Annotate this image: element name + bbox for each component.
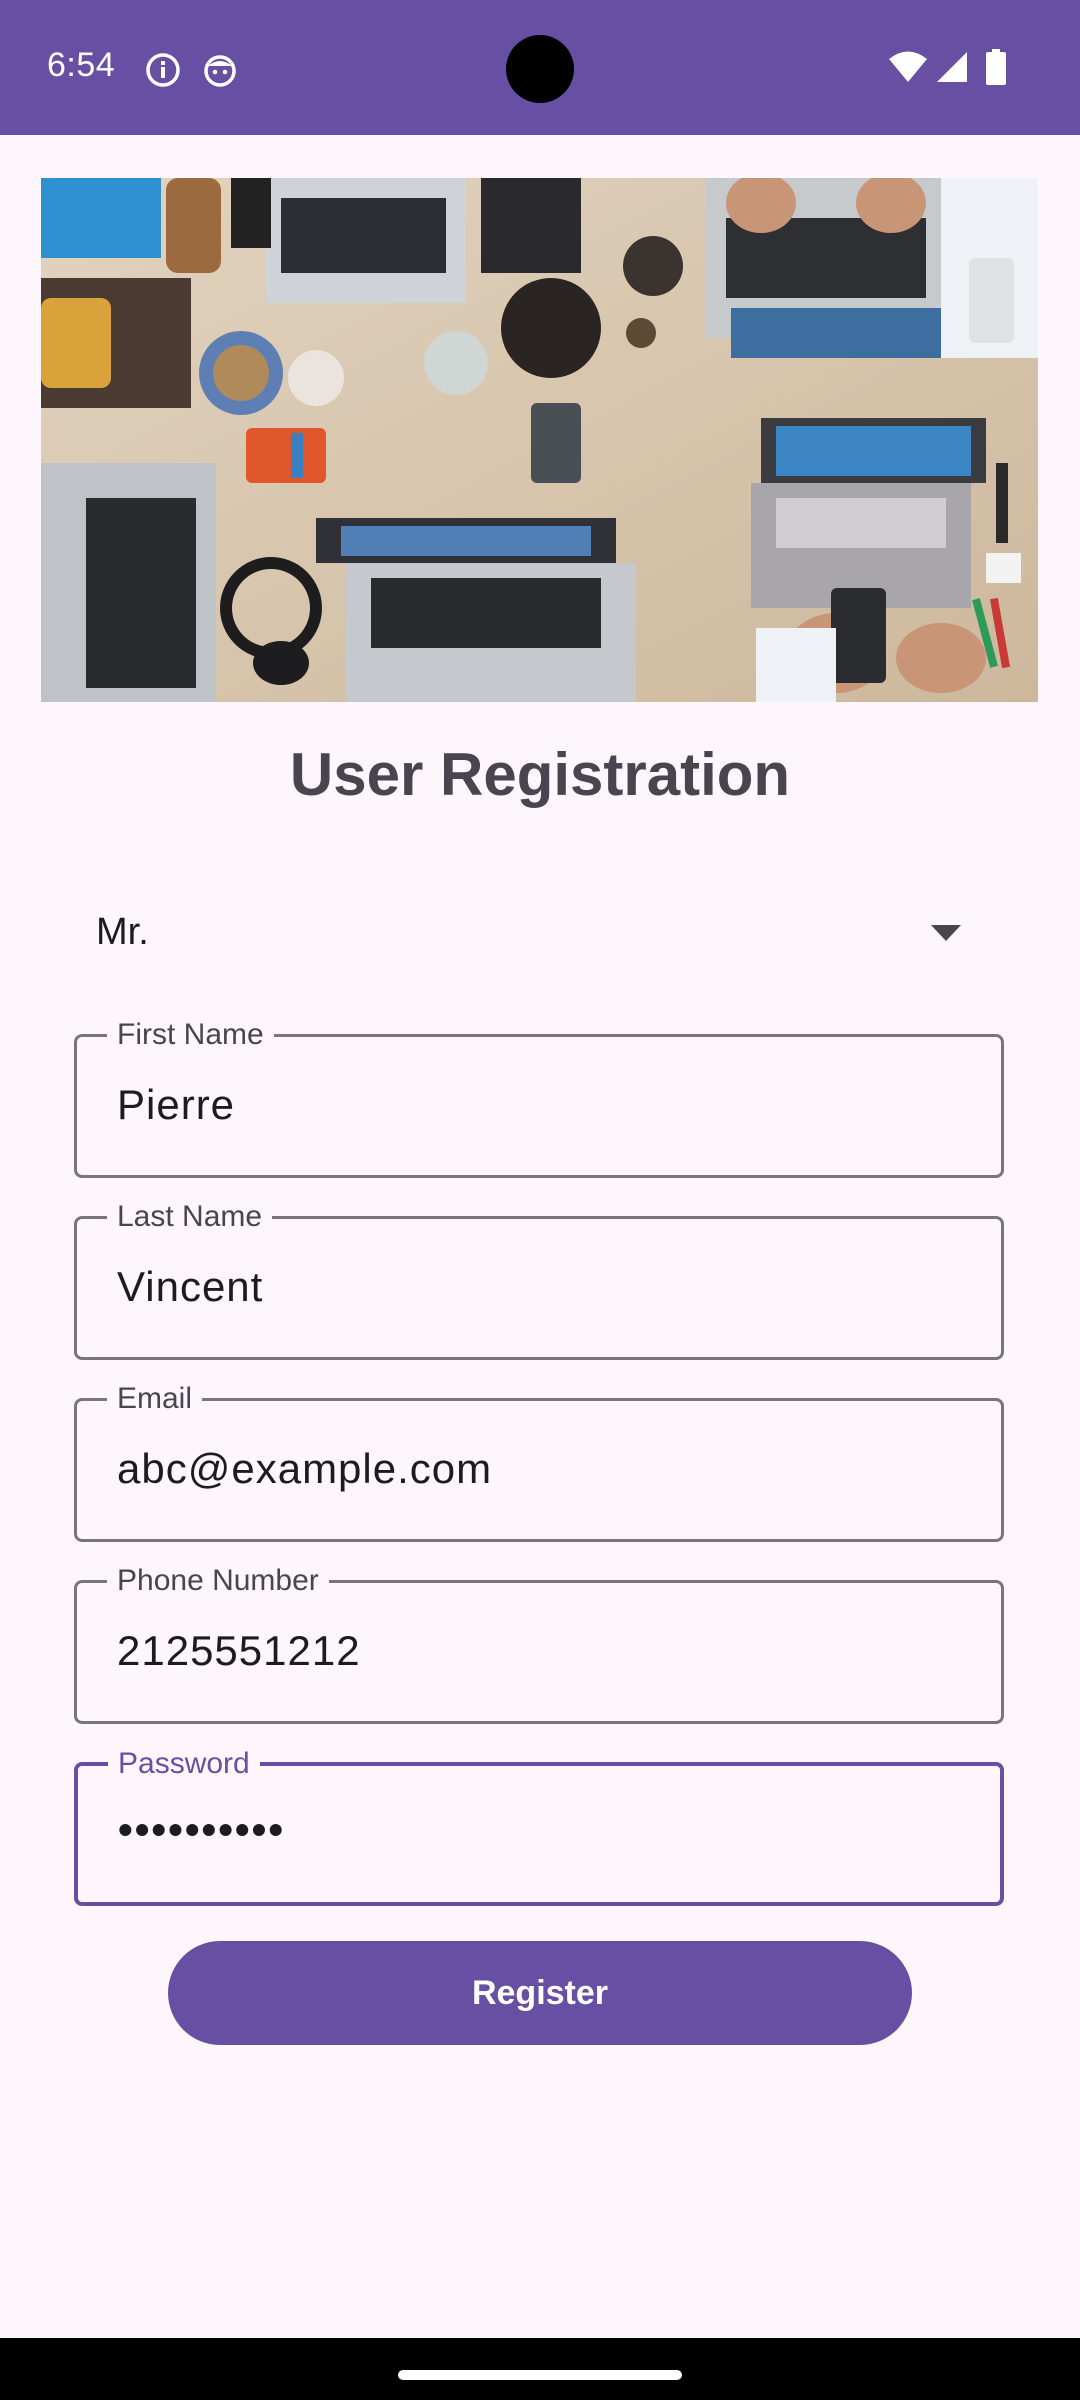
dropdown-arrow-icon: [931, 925, 961, 941]
first-name-field[interactable]: First Name Pierre: [74, 1017, 1004, 1178]
page-title: User Registration: [289, 741, 791, 808]
password-value: ••••••••••: [118, 1806, 286, 1853]
salutation-dropdown[interactable]: Mr.: [74, 895, 994, 975]
last-name-value: Vincent: [117, 1263, 264, 1310]
first-name-value: Pierre: [117, 1081, 236, 1128]
status-bar: 6:54: [0, 0, 1080, 135]
first-name-label: First Name: [107, 1017, 274, 1053]
status-time: 6:54: [47, 46, 116, 84]
email-field[interactable]: Email abc@example.com: [74, 1381, 1004, 1542]
phone-number-label: Phone Number: [107, 1563, 329, 1599]
phone-number-field[interactable]: Phone Number 2125551212: [74, 1563, 1004, 1724]
signal-icon: [937, 52, 967, 82]
face-icon: [204, 55, 236, 87]
hero-image: [41, 178, 1038, 702]
last-name-label: Last Name: [107, 1199, 273, 1235]
register-button[interactable]: Register: [168, 1941, 912, 2045]
front-camera: [506, 35, 574, 103]
desk-with-laptops-photo: [41, 178, 1038, 702]
wifi-icon: [889, 51, 927, 82]
email-value: abc@example.com: [117, 1445, 493, 1492]
navigation-bar: [0, 2338, 1080, 2400]
home-gesture-handle[interactable]: [398, 2370, 682, 2380]
password-label: Password: [108, 1746, 260, 1782]
salutation-selected-value: Mr.: [96, 911, 149, 953]
email-label: Email: [107, 1381, 203, 1417]
password-field[interactable]: Password ••••••••••: [74, 1746, 1004, 1906]
info-icon: [146, 53, 180, 87]
last-name-field[interactable]: Last Name Vincent: [74, 1199, 1004, 1360]
battery-icon: [986, 49, 1006, 85]
phone-number-value: 2125551212: [117, 1627, 361, 1674]
